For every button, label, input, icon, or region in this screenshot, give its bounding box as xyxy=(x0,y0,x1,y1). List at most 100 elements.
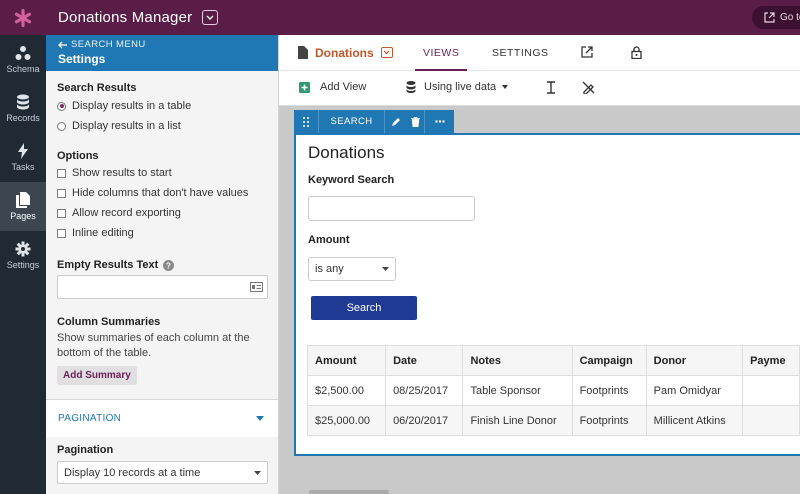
option-label: Display results in a table xyxy=(72,100,192,112)
allow-export-checkbox-row[interactable]: Allow record exporting xyxy=(57,203,267,223)
database-icon xyxy=(17,94,29,110)
column-header[interactable]: Payme xyxy=(742,345,800,376)
column-header[interactable]: Notes xyxy=(462,345,573,376)
view-title: Donations xyxy=(308,143,385,162)
display-list-option[interactable]: Display results in a list xyxy=(57,116,267,136)
app-menu-dropdown[interactable] xyxy=(202,10,219,25)
nav-settings[interactable]: Settings xyxy=(0,231,46,280)
main-canvas: Donations VIEWS SETTINGS Add View Using … xyxy=(279,35,800,494)
nav-records[interactable]: Records xyxy=(0,84,46,133)
checkbox-label: Inline editing xyxy=(72,227,134,239)
table-cell: Footprints xyxy=(571,405,647,436)
gear-icon xyxy=(15,241,31,257)
help-icon[interactable]: ? xyxy=(163,259,175,271)
add-summary-button[interactable]: Add Summary xyxy=(57,366,137,385)
text-cursor-icon[interactable] xyxy=(546,81,556,94)
caret-down-icon xyxy=(256,416,264,421)
external-link-icon xyxy=(764,12,775,23)
table-cell: Table Sponsor xyxy=(462,375,573,406)
nav-records-label: Records xyxy=(6,113,40,123)
live-data-dropdown[interactable]: Using live data xyxy=(406,81,509,93)
page-tab-bar: Donations VIEWS SETTINGS xyxy=(279,35,800,71)
trash-icon xyxy=(411,116,420,127)
live-data-label: Using live data xyxy=(424,81,497,93)
radio-selected[interactable] xyxy=(57,101,66,111)
view-control-bar: SEARCH xyxy=(294,110,454,133)
table-cell: $2,500.00 xyxy=(306,375,387,406)
keyword-search-label: Keyword Search xyxy=(308,174,395,186)
inline-editing-checkbox-row[interactable]: Inline editing xyxy=(57,223,267,243)
page-selector[interactable]: Donations xyxy=(315,46,393,60)
top-bar: Donations Manager Go to xyxy=(0,0,800,35)
tab-settings[interactable]: SETTINGS xyxy=(492,35,549,71)
pagination-select-value: Display 10 records at a time xyxy=(64,466,201,479)
table-row[interactable]: $2,500.00 08/25/2017 Table Sponsor Footp… xyxy=(306,375,800,406)
display-table-option[interactable]: Display results in a table xyxy=(57,96,267,116)
tab-views[interactable]: VIEWS xyxy=(415,35,468,71)
table-cell xyxy=(742,375,800,406)
schema-icon xyxy=(15,46,31,60)
edit-view-button[interactable] xyxy=(385,110,407,133)
field-card-icon[interactable] xyxy=(250,282,263,292)
back-to-search-menu-link[interactable]: SEARCH MENU xyxy=(58,39,278,50)
options-heading: Options xyxy=(57,150,99,162)
keyword-search-input[interactable] xyxy=(308,196,475,221)
external-link-icon[interactable] xyxy=(581,46,593,58)
page-dropdown[interactable] xyxy=(380,47,393,58)
chevron-down-icon xyxy=(383,50,390,55)
amount-filter-value: is any xyxy=(315,263,344,275)
table-row[interactable]: $25,000.00 06/20/2017 Finish Line Donor … xyxy=(306,405,800,436)
database-icon xyxy=(406,81,416,93)
nav-schema-label: Schema xyxy=(6,64,40,74)
add-view-label: Add View xyxy=(320,81,367,93)
drag-handle[interactable] xyxy=(294,110,319,133)
checkbox[interactable] xyxy=(57,188,66,198)
chevron-down-icon xyxy=(206,15,214,20)
add-view-button[interactable]: Add View xyxy=(299,81,366,93)
go-to-app-button[interactable]: Go to xyxy=(752,6,800,29)
pagination-section-toggle[interactable]: PAGINATION xyxy=(46,399,278,437)
view-toolbar: Add View Using live data xyxy=(279,71,800,106)
nav-settings-label: Settings xyxy=(6,260,40,270)
pagination-label: Pagination xyxy=(57,444,114,456)
empty-results-text-input[interactable] xyxy=(57,275,268,299)
checkbox-label: Hide columns that don't have values xyxy=(72,187,249,199)
table-cell xyxy=(742,405,800,436)
nav-tasks[interactable]: Tasks xyxy=(0,133,46,182)
app-logo[interactable] xyxy=(0,0,46,35)
column-header[interactable]: Amount xyxy=(306,345,387,376)
show-results-checkbox-row[interactable]: Show results to start xyxy=(57,163,267,183)
table-cell: 06/20/2017 xyxy=(385,405,464,436)
search-view[interactable]: Donations Keyword Search Amount is any S… xyxy=(294,133,800,456)
hide-empty-columns-checkbox-row[interactable]: Hide columns that don't have values xyxy=(57,183,267,203)
panel-header: SEARCH MENU Settings xyxy=(46,35,278,71)
pagination-section-label: PAGINATION xyxy=(58,413,122,424)
checkbox[interactable] xyxy=(57,228,66,238)
table-header-row: Amount Date Notes Campaign Donor Payme xyxy=(306,345,800,376)
lock-icon[interactable] xyxy=(631,46,642,59)
caret-down-icon xyxy=(382,267,389,271)
checkbox[interactable] xyxy=(57,168,66,178)
table-cell: Finish Line Donor xyxy=(462,405,573,436)
nav-schema[interactable]: Schema xyxy=(0,35,46,84)
table-cell: Pam Omidyar xyxy=(645,375,744,406)
amount-label: Amount xyxy=(308,234,350,246)
left-nav-rail: Schema Records Tasks Pages Settings xyxy=(0,35,46,494)
radio-unselected[interactable] xyxy=(57,121,66,131)
column-header[interactable]: Campaign xyxy=(571,345,647,376)
delete-view-button[interactable] xyxy=(407,110,425,133)
column-header[interactable]: Date xyxy=(385,345,464,376)
ellipsis-icon xyxy=(434,120,445,123)
checkbox[interactable] xyxy=(57,208,66,218)
search-button[interactable]: Search xyxy=(311,296,417,320)
asterisk-icon xyxy=(14,8,32,27)
amount-filter-select[interactable]: is any xyxy=(308,257,396,281)
checkbox-label: Show results to start xyxy=(72,167,172,179)
column-summaries-heading: Column Summaries xyxy=(57,316,161,328)
nav-pages[interactable]: Pages xyxy=(0,182,46,231)
pagination-select[interactable]: Display 10 records at a time xyxy=(57,461,268,484)
more-options-button[interactable] xyxy=(425,110,454,133)
column-header[interactable]: Donor xyxy=(645,345,744,376)
scrollbar-thumb[interactable] xyxy=(309,490,389,494)
hide-design-icon[interactable] xyxy=(582,81,595,94)
